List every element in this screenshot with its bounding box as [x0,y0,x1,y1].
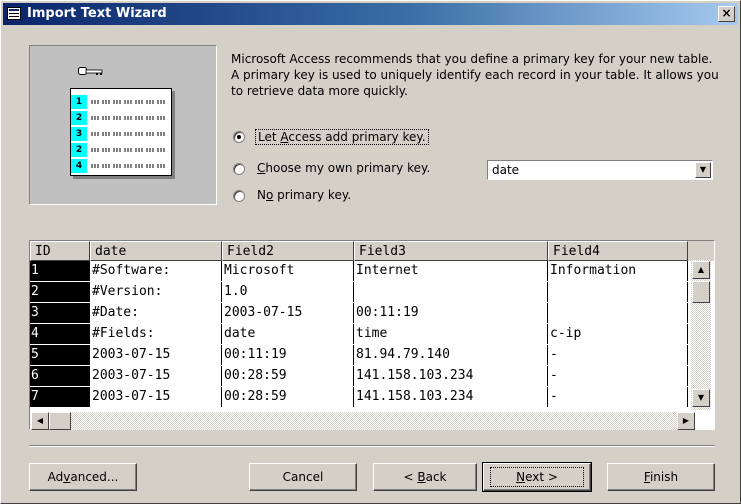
column-header: Field4 [548,241,688,261]
table-row[interactable]: 5 2003-07-15 00:11:19 81.94.79.140- [30,345,690,365]
table-cell: 00:28:59 [222,387,354,407]
scroll-right-icon[interactable]: ▶ [677,412,695,430]
scroll-left-icon[interactable]: ◀ [31,412,49,430]
column-header: Field2 [222,241,354,261]
radio-button[interactable] [233,163,245,175]
footer-divider [29,445,715,447]
row-id-cell: 4 [30,324,90,344]
table-cell: 2003-07-15 [90,345,222,365]
scroll-thumb[interactable] [692,281,710,303]
table-cell: 00:11:19 [354,303,548,323]
radio-label[interactable]: Let Access add primary key. [255,129,429,145]
table-cell: time [354,324,548,344]
vertical-scrollbar[interactable]: ▲ ▼ [691,260,711,410]
table-row[interactable]: 3 #Date: 2003-07-15 00:11:19 [30,303,690,323]
table-cell: Information [548,261,688,281]
select-value: date [492,163,520,177]
table-cell [354,282,548,302]
cancel-button[interactable]: Cancel [249,463,357,491]
table-cell: Internet [354,261,548,281]
horizontal-scrollbar[interactable]: ◀ ▶ [31,412,695,430]
primary-key-field-select[interactable]: date ▼ [487,160,713,180]
mini-row-key: 2 [71,111,87,125]
row-id-cell: 7 [30,387,90,407]
column-header: date [90,241,222,261]
column-header: ID [30,241,90,261]
radio-button[interactable] [233,131,245,143]
advanced-button[interactable]: Advanced... [29,463,137,491]
mini-row-key: 3 [71,127,87,141]
table-cell: - [548,366,688,386]
table-cell: #Version: [90,282,222,302]
table-cell: #Software: [90,261,222,281]
column-header: Field3 [354,241,548,261]
table-cell: #Date: [90,303,222,323]
table-cell: 1.0 [222,282,354,302]
radio-label[interactable]: No primary key. [255,188,353,202]
table-cell: date [222,324,354,344]
row-id-cell: 3 [30,303,90,323]
window-table-icon [7,7,21,20]
table-cell: #Fields: [90,324,222,344]
back-button[interactable]: < Back [373,463,477,491]
radio-button[interactable] [233,190,245,202]
mini-row: 4 [71,159,171,173]
table-cell: 81.94.79.140 [354,345,548,365]
table-row[interactable]: 4 #Fields: date time c-ip [30,324,690,344]
mini-row: 2 [71,111,171,125]
row-id-cell: 1 [30,261,90,281]
finish-button[interactable]: Finish [607,463,715,491]
title-bar[interactable]: Import Text Wizard × [3,3,738,25]
mini-row: 3 [71,127,171,141]
table-row[interactable]: 6 2003-07-15 00:28:59 141.158.103.234- [30,366,690,386]
chevron-down-icon[interactable]: ▼ [695,162,711,178]
import-text-wizard-window: Import Text Wizard × 1 2 3 2 4 Microsoft… [0,0,741,504]
scroll-thumb[interactable] [49,412,71,430]
key-icon [78,67,103,75]
table-row[interactable]: 2 #Version: 1.0 [30,282,690,302]
mini-row-key: 2 [71,143,87,157]
table-cell: - [548,387,688,407]
table-cell: 00:11:19 [222,345,354,365]
table-cell: 00:28:59 [222,366,354,386]
row-id-cell: 6 [30,366,90,386]
close-button[interactable]: × [718,6,735,22]
table-cell [548,282,688,302]
primary-key-illustration: 1 2 3 2 4 [29,45,217,205]
scroll-down-icon[interactable]: ▼ [692,389,710,407]
table-cell: Microsoft [222,261,354,281]
table-cell: 141.158.103.234 [354,387,548,407]
grid-header: ID date Field2 Field3 Field4 [30,241,714,261]
scroll-up-icon[interactable]: ▲ [692,261,710,279]
mini-row: 1 [71,95,171,109]
table-row[interactable]: 7 2003-07-15 00:28:59 141.158.103.234- [30,387,690,407]
mini-row-key: 1 [71,95,87,109]
table-cell: 2003-07-15 [90,366,222,386]
row-id-cell: 2 [30,282,90,302]
table-cell: 2003-07-15 [222,303,354,323]
data-preview-grid[interactable]: ID date Field2 Field3 Field4 1 #Software:… [29,240,715,430]
table-cell [548,303,688,323]
mini-table-icon: 1 2 3 2 4 [70,88,172,176]
table-cell: c-ip [548,324,688,344]
row-id-cell: 5 [30,345,90,365]
radio-label[interactable]: Choose my own primary key. [255,161,432,175]
mini-row: 2 [71,143,171,157]
description-text: Microsoft Access recommends that you def… [231,52,719,98]
next-button[interactable]: Next > [482,462,592,492]
window-title: Import Text Wizard [27,6,167,21]
table-cell: - [548,345,688,365]
mini-row-key: 4 [71,159,87,173]
table-row[interactable]: 1 #Software: Microsoft Internet Information [30,261,690,281]
table-cell: 2003-07-15 [90,387,222,407]
table-cell: 141.158.103.234 [354,366,548,386]
